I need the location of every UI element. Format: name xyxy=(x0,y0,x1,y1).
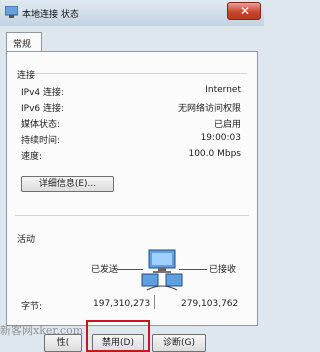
ipv4-label: IPv4 连接: xyxy=(21,88,65,98)
general-panel: 连接 IPv4 连接: Internet IPv6 连接: 无网络访问权限 媒体… xyxy=(6,51,258,326)
connection-heading: 连接 xyxy=(17,71,36,81)
bytes-received-value: 279,103,762 xyxy=(181,299,239,309)
details-button[interactable]: 详细信息(E)... xyxy=(21,176,114,192)
connection-divider xyxy=(35,73,247,74)
ipv6-label: IPv6 连接: xyxy=(21,104,65,114)
speed-label: 速度: xyxy=(21,152,43,162)
duration-label: 持续时间: xyxy=(21,136,61,146)
sent-label: 已发送 xyxy=(91,265,119,275)
network-icon xyxy=(5,6,18,18)
speed-value: 100.0 Mbps xyxy=(188,149,241,159)
ipv4-value: Internet xyxy=(205,85,241,95)
watermark: 新客网xker.com xyxy=(0,324,84,337)
media-state-label: 媒体状态: xyxy=(21,120,61,130)
bytes-label: 字节: xyxy=(21,302,43,312)
window-title: 本地连接 状态 xyxy=(22,10,79,20)
title-bar: 本地连接 状态 ✕ xyxy=(0,0,264,26)
ipv6-value: 无网络访问权限 xyxy=(177,104,241,114)
received-label: 已接收 xyxy=(209,265,237,275)
activity-heading: 活动 xyxy=(17,235,36,245)
bytes-divider xyxy=(154,295,155,309)
close-button[interactable]: ✕ xyxy=(227,2,261,20)
diagnose-button[interactable]: 诊断(G) xyxy=(152,334,206,352)
network-computers-icon xyxy=(141,249,183,291)
tab-general[interactable]: 常规 xyxy=(6,32,42,52)
duration-value: 19:00:03 xyxy=(200,133,241,143)
bytes-sent-value: 197,310,273 xyxy=(93,299,151,309)
close-icon: ✕ xyxy=(240,4,251,18)
media-state-value: 已启用 xyxy=(213,120,241,130)
disable-highlight-box xyxy=(86,320,150,352)
section-divider xyxy=(15,215,249,216)
